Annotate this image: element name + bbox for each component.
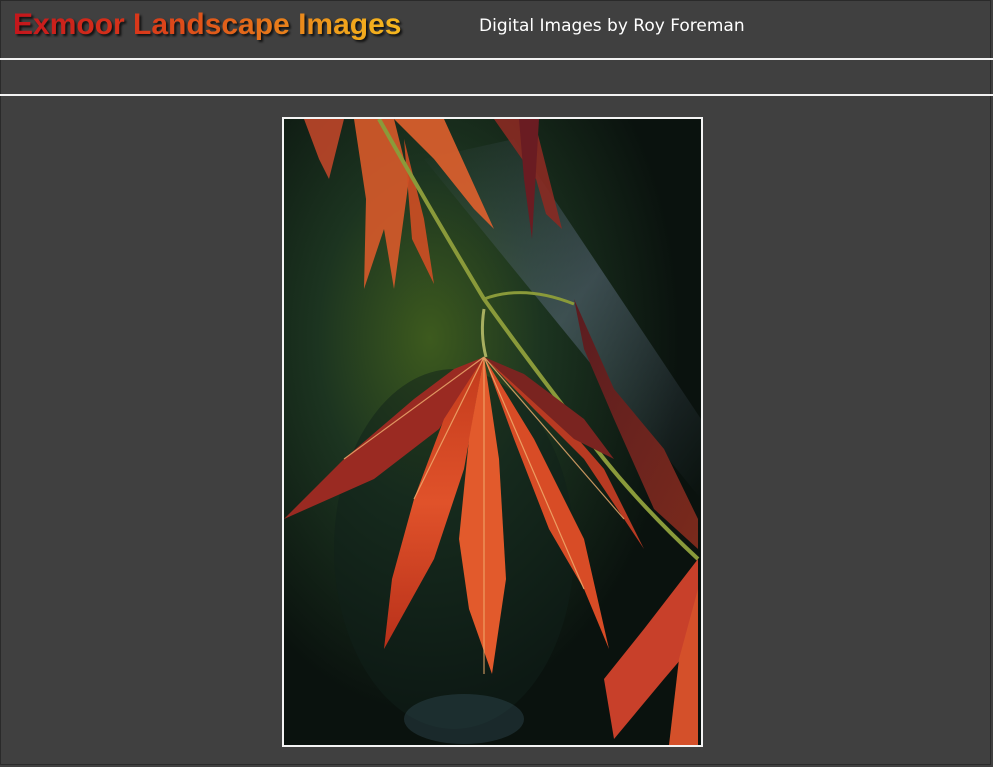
red-maple-leaf-photo bbox=[284, 119, 701, 745]
photo-frame[interactable] bbox=[282, 117, 703, 747]
site-title[interactable]: Exmoor Landscape Images bbox=[13, 8, 401, 42]
nav-divider bbox=[0, 94, 993, 96]
site-subtitle: Digital Images by Roy Foreman bbox=[479, 16, 745, 36]
nav-bar bbox=[0, 60, 993, 94]
site-header: Exmoor Landscape Images Digital Images b… bbox=[0, 0, 993, 58]
